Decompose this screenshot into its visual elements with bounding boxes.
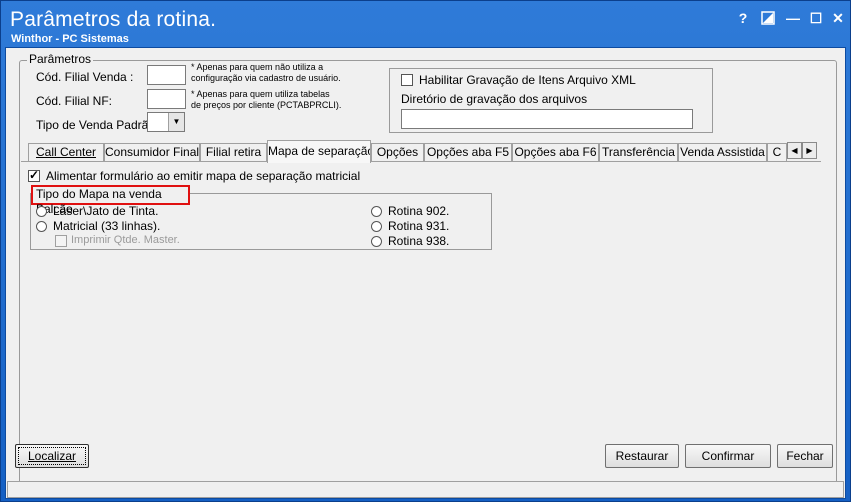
window-title: Parâmetros da rotina.: [10, 8, 217, 31]
tab-strip: Call Center Consumidor Final Filial reti…: [21, 140, 821, 163]
tab-label: C: [772, 145, 782, 159]
radio-laser-label: Laser\Jato de Tinta.: [53, 204, 159, 218]
status-bar: [7, 481, 844, 498]
tipo-venda-label: Tipo de Venda Padrão:: [36, 118, 159, 132]
tab-mapa-separacao[interactable]: Mapa de separação: [267, 140, 371, 163]
radio-matricial-label: Matricial (33 linhas).: [53, 219, 161, 233]
radio-rotina-931-label: Rotina 931.: [388, 219, 450, 233]
tab-consumidor-final[interactable]: Consumidor Final: [104, 143, 200, 162]
filial-venda-input[interactable]: [147, 65, 186, 85]
filial-nf-note-1: * Apenas para quem utiliza tabelas: [191, 89, 330, 99]
tipo-venda-select[interactable]: ▼: [147, 112, 185, 132]
tab-label: Opções: [376, 145, 419, 159]
tab-label: Opções aba F6: [514, 145, 597, 159]
radio-rotina-902[interactable]: [371, 206, 382, 217]
fechar-label: Fechar: [786, 449, 824, 463]
chevron-down-icon[interactable]: ▼: [168, 113, 184, 131]
tab-label: Transferência: [602, 145, 675, 159]
confirmar-button[interactable]: Confirmar: [685, 444, 771, 468]
radio-rotina-938-label: Rotina 938.: [388, 234, 450, 248]
tab-scroll-left-icon[interactable]: ◀: [787, 142, 802, 159]
tab-label: Opções aba F5: [426, 145, 510, 159]
tab-label: Venda Assistida: [680, 145, 765, 159]
xml-dir-input[interactable]: [401, 109, 693, 129]
imprimir-master-checkbox[interactable]: [55, 235, 67, 247]
tab-call-center[interactable]: Call Center: [28, 143, 104, 162]
minimize-button[interactable]: —: [784, 9, 802, 27]
alimentar-label: Alimentar formulário ao emitir mapa de s…: [46, 169, 361, 183]
xml-checkbox-label: Habilitar Gravação de Itens Arquivo XML: [419, 73, 636, 87]
filial-nf-input[interactable]: [147, 89, 186, 109]
restaurar-button[interactable]: Restaurar: [605, 444, 679, 468]
tab-scroll-right-icon[interactable]: ▶: [802, 142, 817, 159]
radio-matricial[interactable]: [36, 221, 47, 232]
filial-nf-label: Cód. Filial NF:: [36, 94, 113, 108]
client-area: Parâmetros Cód. Filial Venda : * Apenas …: [5, 47, 846, 499]
radio-rotina-938[interactable]: [371, 236, 382, 247]
theme-icon[interactable]: [759, 9, 777, 27]
localizar-label: Localizar: [27, 449, 77, 463]
tipo-mapa-title: Tipo do Mapa na venda Balcão: [31, 185, 190, 216]
tab-opcoes-f5[interactable]: Opções aba F5: [424, 143, 512, 162]
application-window: Parâmetros da rotina. Winthor - PC Siste…: [0, 0, 851, 502]
help-button[interactable]: ?: [734, 9, 752, 27]
xml-dir-label: Diretório de gravação dos arquivos: [401, 92, 588, 106]
tab-label: Filial retira: [205, 145, 262, 159]
tab-transferencia[interactable]: Transferência: [599, 143, 678, 162]
checkmark-icon: ✓: [29, 168, 40, 182]
close-button[interactable]: ✕: [829, 9, 847, 27]
parametros-group-title: Parâmetros: [27, 52, 94, 66]
tab-opcoes-f6[interactable]: Opções aba F6: [512, 143, 599, 162]
fechar-button[interactable]: Fechar: [777, 444, 833, 468]
filial-venda-note-1: * Apenas para quem não utiliza a: [191, 62, 324, 72]
imprimir-master-label: Imprimir Qtde. Master.: [71, 234, 180, 246]
title-bar[interactable]: Parâmetros da rotina. Winthor - PC Siste…: [1, 1, 850, 47]
tab-truncated[interactable]: C: [767, 143, 787, 162]
restaurar-label: Restaurar: [615, 449, 669, 463]
tab-label: Consumidor Final: [105, 145, 200, 159]
confirmar-label: Confirmar: [701, 449, 755, 463]
tab-venda-assistida[interactable]: Venda Assistida: [678, 143, 767, 162]
xml-checkbox[interactable]: [401, 74, 413, 86]
alimentar-checkbox[interactable]: ✓: [28, 168, 40, 182]
window-subtitle: Winthor - PC Sistemas: [11, 33, 129, 45]
maximize-button[interactable]: ☐: [807, 9, 825, 27]
localizar-button[interactable]: Localizar: [15, 444, 89, 468]
radio-rotina-931[interactable]: [371, 221, 382, 232]
filial-nf-note-2: de preços por cliente (PCTABPRCLI).: [191, 100, 342, 110]
tab-label: Call Center: [35, 145, 97, 159]
radio-rotina-902-label: Rotina 902.: [388, 204, 450, 218]
radio-laser[interactable]: [36, 206, 47, 217]
filial-venda-label: Cód. Filial Venda :: [36, 70, 134, 84]
filial-venda-note-2: configuração via cadastro de usuário.: [191, 73, 341, 83]
tab-filial-retira[interactable]: Filial retira: [200, 143, 267, 162]
tab-opcoes[interactable]: Opções: [371, 143, 424, 162]
tab-label: Mapa de separação: [268, 144, 371, 158]
